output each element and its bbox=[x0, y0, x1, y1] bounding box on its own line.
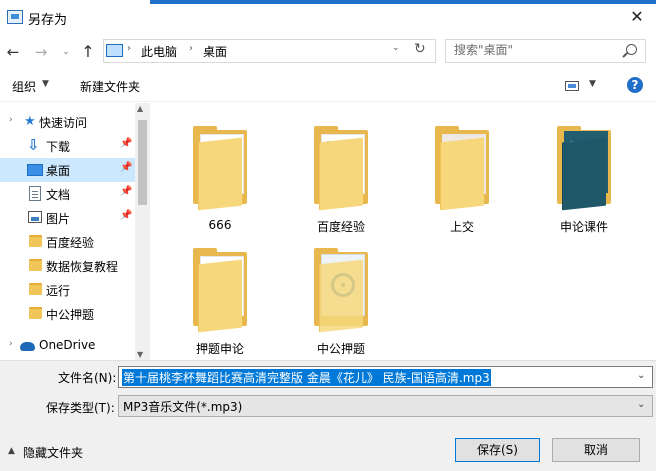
sidebar-item-label: OneDrive bbox=[39, 338, 96, 352]
hide-folders-button[interactable]: 隐藏文件夹 bbox=[23, 444, 83, 461]
save-dialog-icon bbox=[7, 10, 23, 24]
folder-item-zhonggong-yati[interactable]: 中公押题 bbox=[291, 237, 391, 367]
refresh-icon[interactable]: ↻ bbox=[414, 41, 426, 57]
folder-icon bbox=[29, 235, 42, 247]
folder-icon bbox=[29, 307, 42, 319]
sidebar-item-zhonggong[interactable]: 中公押题 bbox=[0, 302, 135, 326]
folder-icon bbox=[29, 259, 42, 271]
window-title: 另存为 bbox=[28, 13, 68, 28]
sidebar-item-desktop[interactable]: 桌面 📌 bbox=[0, 158, 135, 182]
filetype-label: 保存类型(T): bbox=[46, 401, 115, 415]
filename-field[interactable]: 第十届桃李杯舞蹈比赛高清完整版 金晨《花儿》 民族-国语高清.mp3 ⌄ bbox=[118, 366, 653, 388]
sidebar-item-pictures[interactable]: 图片 📌 bbox=[0, 206, 135, 230]
sidebar-item-label: 远行 bbox=[46, 284, 71, 298]
folder-name: 申论课件 bbox=[559, 220, 608, 234]
folder-name: 666 bbox=[208, 218, 232, 232]
cancel-button[interactable]: 取消 bbox=[552, 438, 640, 462]
scroll-down-icon[interactable]: ▼ bbox=[137, 350, 143, 359]
address-bar[interactable]: › 此电脑 › 桌面 ⌄ ↻ bbox=[103, 39, 436, 63]
pin-icon[interactable]: 📌 bbox=[120, 162, 132, 173]
search-box[interactable] bbox=[445, 39, 646, 63]
forward-button[interactable]: → bbox=[30, 41, 52, 63]
desktop-icon bbox=[27, 164, 43, 176]
help-icon[interactable]: ? bbox=[627, 77, 643, 93]
scroll-up-icon[interactable]: ▲ bbox=[137, 104, 143, 113]
folder-icon bbox=[319, 137, 363, 211]
title-bar bbox=[0, 0, 656, 34]
sidebar-item-yuanxing[interactable]: 远行 bbox=[0, 278, 135, 302]
new-folder-button[interactable]: 新建文件夹 bbox=[80, 78, 140, 95]
pin-icon[interactable]: 📌 bbox=[120, 210, 132, 221]
address-dropdown-icon[interactable]: ⌄ bbox=[392, 43, 400, 53]
folder-name: 百度经验 bbox=[316, 220, 365, 234]
toolbar: 组织 ▼ 新建文件夹 ▼ bbox=[0, 70, 656, 102]
chevron-down-icon[interactable]: ▼ bbox=[589, 79, 596, 89]
view-options-icon[interactable] bbox=[565, 81, 579, 91]
filename-value[interactable]: 第十届桃李杯舞蹈比赛高清完整版 金晨《花儿》 民族-国语高清.mp3 bbox=[122, 369, 491, 386]
folder-icon bbox=[440, 137, 484, 211]
file-list: 666 百度经验 上交 申论课件 押题申论 中公押题 bbox=[150, 103, 656, 360]
cloud-icon bbox=[20, 342, 35, 351]
breadcrumb-separator[interactable]: › bbox=[189, 43, 193, 54]
up-button[interactable]: ↑ bbox=[77, 41, 99, 63]
folder-item-shangjiao[interactable]: 上交 bbox=[412, 115, 512, 245]
scrollbar-thumb[interactable] bbox=[138, 120, 147, 205]
sidebar-item-label: 文档 bbox=[46, 188, 71, 202]
expand-chevron-icon[interactable]: › bbox=[9, 115, 13, 125]
sidebar-item-quick-access[interactable]: › ★ 快速访问 bbox=[0, 110, 135, 134]
sidebar-item-label: 百度经验 bbox=[46, 236, 95, 250]
sidebar-item-label: 下载 bbox=[46, 140, 71, 154]
star-icon: ★ bbox=[24, 114, 36, 129]
filetype-value: MP3音乐文件(*.mp3) bbox=[123, 400, 243, 414]
document-icon bbox=[29, 186, 41, 201]
sidebar-item-label: 快速访问 bbox=[39, 116, 88, 130]
folder-name: 押题申论 bbox=[195, 342, 244, 356]
folder-name: 上交 bbox=[449, 220, 474, 234]
picture-icon bbox=[28, 211, 42, 223]
organize-button[interactable]: 组织 bbox=[12, 78, 36, 95]
folder-item-shenlun-kejian[interactable]: 申论课件 bbox=[534, 115, 634, 245]
search-input[interactable] bbox=[454, 43, 614, 57]
folder-name: 中公押题 bbox=[316, 342, 365, 356]
breadcrumb-desktop[interactable]: 桌面 bbox=[203, 43, 227, 60]
background-window-strip bbox=[150, 0, 656, 4]
chevron-down-icon[interactable]: ⌄ bbox=[637, 399, 645, 410]
sidebar-item-onedrive[interactable]: › OneDrive bbox=[0, 334, 135, 358]
breadcrumb-this-pc[interactable]: 此电脑 bbox=[141, 43, 177, 60]
chevron-down-icon[interactable]: ▼ bbox=[42, 79, 49, 89]
folder-icon bbox=[319, 259, 363, 333]
pin-icon[interactable]: 📌 bbox=[120, 186, 132, 197]
sidebar-item-data-recovery[interactable]: 数据恢复教程 bbox=[0, 254, 135, 278]
folder-icon bbox=[562, 137, 606, 211]
sidebar-item-documents[interactable]: 文档 📌 bbox=[0, 182, 135, 206]
this-pc-icon bbox=[106, 44, 123, 57]
chevron-up-icon[interactable]: ▲ bbox=[8, 446, 15, 456]
sidebar-item-baidu-jingyan[interactable]: 百度经验 bbox=[0, 230, 135, 254]
folder-icon bbox=[198, 259, 242, 333]
close-button[interactable]: ✕ bbox=[622, 4, 652, 30]
folder-item-666[interactable]: 666 bbox=[170, 115, 270, 245]
sidebar-item-label: 图片 bbox=[46, 212, 71, 226]
pin-icon[interactable]: 📌 bbox=[120, 138, 132, 149]
save-button[interactable]: 保存(S) bbox=[455, 438, 540, 462]
breadcrumb-separator[interactable]: › bbox=[127, 43, 131, 54]
filetype-select[interactable]: MP3音乐文件(*.mp3) ⌄ bbox=[118, 395, 653, 417]
filename-label: 文件名(N): bbox=[58, 371, 117, 385]
chevron-down-icon[interactable]: ⌄ bbox=[637, 370, 645, 381]
folder-icon bbox=[198, 137, 242, 211]
folder-item-baidu-jingyan[interactable]: 百度经验 bbox=[291, 115, 391, 245]
navigation-pane: › ★ 快速访问 ⇩ 下载 📌 桌面 📌 文档 📌 图片 📌 百度经验 数据恢复… bbox=[0, 103, 150, 360]
sidebar-item-downloads[interactable]: ⇩ 下载 📌 bbox=[0, 134, 135, 158]
back-button[interactable]: ← bbox=[2, 41, 24, 63]
search-icon[interactable] bbox=[626, 44, 637, 55]
download-icon: ⇩ bbox=[27, 136, 40, 154]
expand-chevron-icon[interactable]: › bbox=[9, 339, 13, 349]
folder-item-yati-shenlun[interactable]: 押题申论 bbox=[170, 237, 270, 367]
sidebar-item-label: 中公押题 bbox=[46, 308, 95, 322]
sidebar-item-label: 桌面 bbox=[46, 164, 71, 178]
recent-locations-button[interactable]: ⌄ bbox=[58, 41, 74, 63]
sidebar-item-label: 数据恢复教程 bbox=[46, 260, 119, 274]
folder-icon bbox=[29, 283, 42, 295]
